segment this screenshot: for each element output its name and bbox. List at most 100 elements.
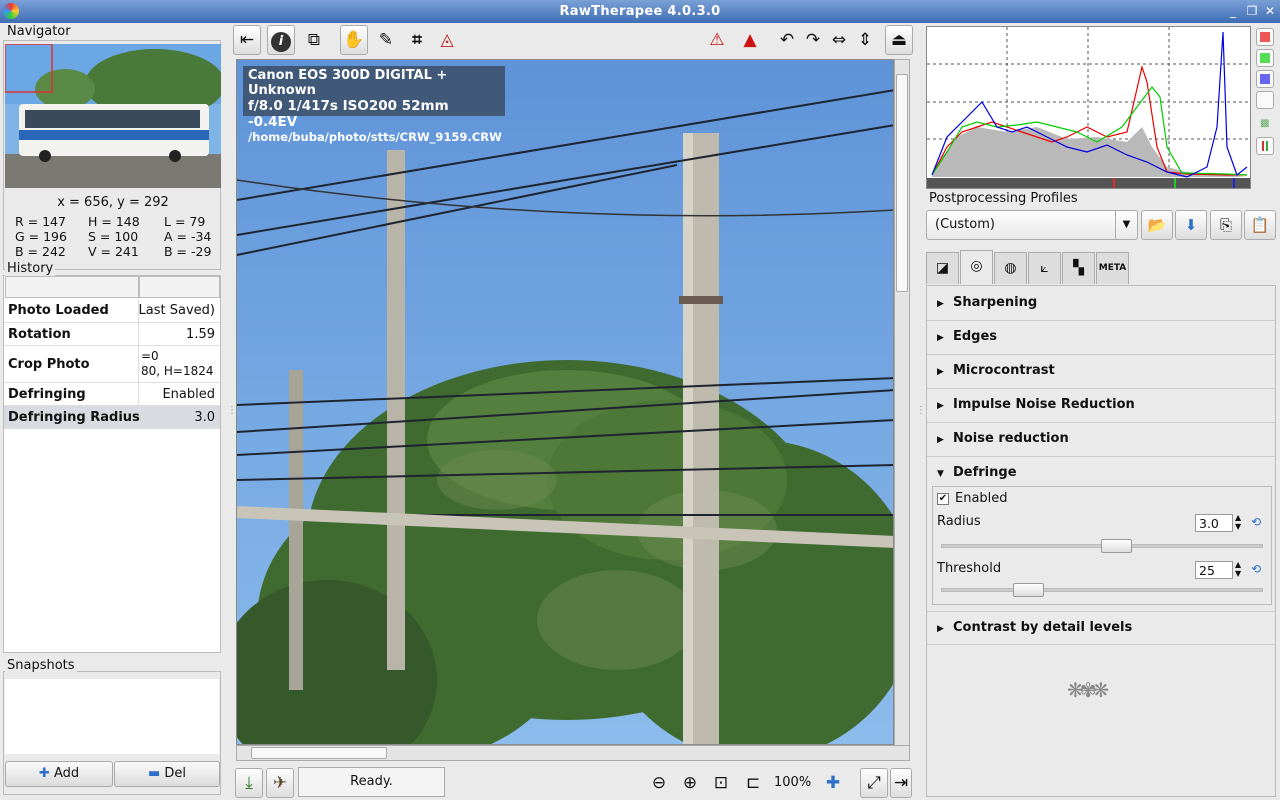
readout-h: H = 148 — [88, 214, 140, 229]
navigator-thumbnail[interactable] — [5, 44, 221, 188]
readout-r: R = 147 — [15, 214, 66, 229]
readout-g: G = 196 — [15, 229, 67, 244]
fullscreen-icon[interactable]: ⤢ — [860, 768, 888, 798]
warning-highlights-icon[interactable]: ⚠ — [703, 25, 731, 55]
zoom-out-icon[interactable]: ⊖ — [645, 768, 673, 798]
flip-vertical-icon[interactable]: ⇕ — [851, 25, 879, 55]
exif-settings: f/8.0 1/417s ISO200 52mm -0.4EV — [248, 98, 449, 130]
chevron-right-icon: ▶ — [937, 333, 944, 343]
tab-raw[interactable]: ▚ — [1062, 252, 1095, 284]
tool-edges[interactable]: ▶ Edges — [927, 321, 1275, 355]
vertical-scrollbar[interactable] — [894, 59, 910, 747]
tool-impulse-noise[interactable]: ▶ Impulse Noise Reduction — [927, 389, 1275, 423]
tool-defringe[interactable]: ▼ Defringe — [927, 457, 1275, 487]
snapshots-list[interactable] — [5, 679, 219, 754]
threshold-slider[interactable] — [941, 588, 1263, 592]
histogram-bar-toggle[interactable] — [1256, 137, 1274, 155]
enabled-checkbox[interactable]: ✔ — [937, 493, 949, 505]
flip-horizontal-icon[interactable]: ⇔ — [825, 25, 853, 55]
tool-contrast-detail-levels[interactable]: ▶ Contrast by detail levels — [927, 611, 1275, 645]
crop-icon[interactable]: ⌗ — [403, 25, 431, 55]
histogram-luminance-toggle[interactable] — [1256, 91, 1274, 109]
spin-arrows-icon[interactable]: ▲ ▼ — [1235, 513, 1241, 531]
tool-noise-reduction[interactable]: ▶ Noise reduction — [927, 423, 1275, 457]
chevron-right-icon: ▶ — [937, 624, 944, 634]
histogram-raw-icon[interactable]: ▩ — [1260, 118, 1269, 129]
add-snapshot-button[interactable]: ✚ Add — [5, 761, 113, 787]
send-to-editor-icon[interactable]: ✈ — [266, 768, 294, 798]
cursor-coordinates: x = 656, y = 292 — [57, 195, 169, 210]
open-profile-icon[interactable]: 📂 — [1141, 210, 1173, 240]
hand-icon[interactable]: ✋ — [340, 25, 368, 55]
tab-detail[interactable]: ◎ — [960, 250, 993, 284]
window-title: RawTherapee 4.0.3.0 — [559, 4, 721, 19]
rotate-right-icon[interactable]: ↷ — [799, 25, 827, 55]
copy-profile-icon[interactable]: ⎘ — [1210, 210, 1242, 240]
history-row[interactable]: Photo Loaded Last Saved) — [4, 299, 220, 323]
tool-microcontrast[interactable]: ▶ Microcontrast — [927, 355, 1275, 389]
delete-snapshot-button[interactable]: ▬ Del — [114, 761, 220, 787]
history-row-selected[interactable]: Defringing Radius 3.0 — [4, 406, 220, 429]
tab-metadata[interactable]: META — [1096, 252, 1129, 284]
chevron-right-icon: ▶ — [937, 435, 944, 445]
radius-slider-thumb[interactable] — [1101, 539, 1132, 553]
spin-arrows-icon[interactable]: ▲ ▼ — [1235, 560, 1241, 578]
snapshots-panel: ✚ Add ▬ Del — [3, 671, 221, 795]
threshold-spinbox[interactable]: 25 — [1195, 561, 1233, 579]
new-detail-window-icon[interactable]: ✚ — [819, 768, 847, 798]
history-item-value: 80, H=1824 — [141, 364, 214, 378]
minimize-icon[interactable]: _ — [1225, 3, 1241, 19]
histogram-green-toggle[interactable] — [1256, 49, 1274, 67]
profile-dropdown[interactable]: (Custom) ▼ — [926, 210, 1138, 240]
readout-v: V = 241 — [88, 244, 139, 259]
reset-radius-icon[interactable]: ⟲ — [1251, 515, 1261, 529]
image-viewer[interactable]: Canon EOS 300D DIGITAL + Unknown f/8.0 1… — [236, 59, 894, 745]
maximize-icon[interactable]: ❐ — [1244, 3, 1260, 19]
straighten-icon[interactable]: ◬ — [433, 25, 461, 55]
tab-exposure[interactable]: ◪ — [926, 252, 959, 284]
tools-toggle-icon[interactable]: ⇥ — [890, 768, 912, 798]
tab-color[interactable]: ◍ — [994, 252, 1027, 284]
histogram-red-toggle[interactable] — [1256, 28, 1274, 46]
zoom-fit-icon[interactable]: ⊡ — [707, 768, 735, 798]
history-row[interactable]: Rotation 1.59 — [4, 323, 220, 346]
zoom-in-icon[interactable]: ⊕ — [676, 768, 704, 798]
tab-transform[interactable]: ⟀ — [1028, 252, 1061, 284]
editor-area: ⇤ i ⧉ ✋ ✎ ⌗ ◬ ⚠ ▲ ↶ ↷ ⇔ ⇕ ⏏ Canon EOS 30… — [233, 23, 913, 800]
scroll-thumb[interactable] — [251, 747, 387, 759]
radius-spinbox[interactable]: 3.0 — [1195, 514, 1233, 532]
threshold-slider-thumb[interactable] — [1013, 583, 1044, 597]
paste-profile-icon[interactable]: 📋 — [1244, 210, 1276, 240]
title-bar: RawTherapee 4.0.3.0 _ ❐ ✕ — [0, 0, 1280, 23]
save-image-icon[interactable]: ⤓ — [235, 768, 263, 798]
histogram-blue-toggle[interactable] — [1256, 70, 1274, 88]
horizontal-scrollbar[interactable] — [236, 745, 910, 761]
history-item-name: Photo Loaded — [8, 303, 109, 318]
photo — [237, 60, 893, 744]
navigator-label: Navigator — [5, 24, 73, 39]
rotate-left-icon[interactable]: ↶ — [773, 25, 801, 55]
scroll-thumb[interactable] — [896, 74, 908, 292]
history-row[interactable]: Crop Photo =0 80, H=1824 — [4, 346, 220, 383]
plus-icon: ✚ — [38, 766, 50, 781]
tool-sharpening[interactable]: ▶ Sharpening — [927, 287, 1275, 321]
color-picker-icon[interactable]: ✎ — [372, 25, 400, 55]
history-panel: Photo Loaded Last Saved) Rotation 1.59 C… — [3, 275, 221, 653]
history-toggle-icon[interactable]: ⇤ — [233, 25, 261, 55]
history-column-header[interactable] — [5, 276, 139, 298]
zoom-100-icon[interactable]: ⊏ — [739, 768, 767, 798]
exif-camera: Canon EOS 300D DIGITAL + Unknown — [248, 68, 448, 98]
history-row[interactable]: Defringing Enabled — [4, 383, 220, 406]
history-column-header[interactable] — [139, 276, 220, 298]
snapshots-label: Snapshots — [5, 658, 77, 673]
info-icon[interactable]: i — [267, 25, 295, 55]
exif-path: /home/buba/photo/stts/CRW_9159.CRW — [248, 130, 502, 144]
before-after-icon[interactable]: ⧉ — [300, 25, 328, 55]
close-icon[interactable]: ✕ — [1262, 3, 1278, 19]
transform-icon: ⟀ — [1040, 260, 1049, 276]
hide-toolbar-icon[interactable]: ⏏ — [885, 25, 913, 55]
reset-threshold-icon[interactable]: ⟲ — [1251, 562, 1261, 576]
history-item-value: =0 — [141, 349, 159, 363]
warning-shadows-icon[interactable]: ▲ — [736, 25, 764, 55]
save-profile-icon[interactable]: ⬇ — [1175, 210, 1207, 240]
